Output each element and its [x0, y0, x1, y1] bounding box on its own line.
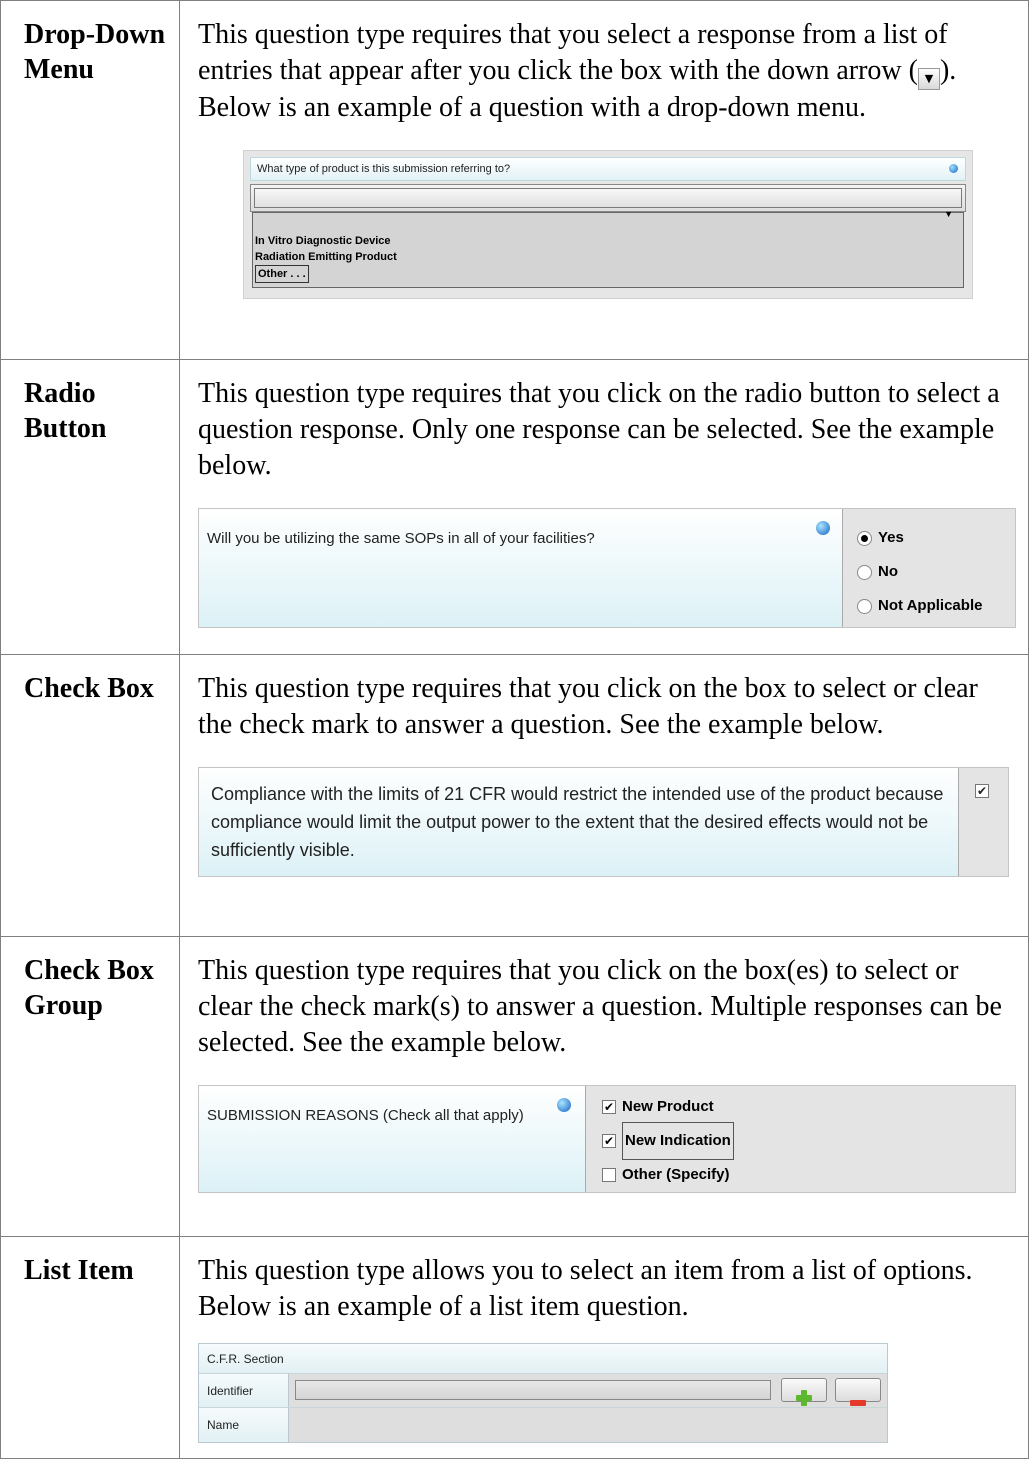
radio-question: Will you be utilizing the same SOPs in a…: [199, 509, 842, 627]
info-dot-icon: [557, 1098, 571, 1112]
checkbox-group-question: SUBMISSION REASONS (Check all that apply…: [199, 1086, 585, 1192]
checkbox-checked-icon[interactable]: ✔: [602, 1134, 616, 1148]
checkbox-example: Compliance with the limits of 21 CFR wou…: [198, 767, 1009, 877]
info-dot-icon: [816, 521, 830, 535]
desc-checkbox-group: This question type requires that you cli…: [198, 955, 1002, 1058]
desc-checkbox: This question type requires that you cli…: [198, 673, 978, 740]
name-label: Name: [199, 1408, 289, 1442]
plus-icon: [796, 1390, 812, 1406]
dropdown-option[interactable]: In Vitro Diagnostic Device: [253, 233, 963, 249]
desc-radio: This question type requires that you cli…: [198, 378, 1000, 481]
dropdown-list: In Vitro Diagnostic Device Radiation Emi…: [252, 212, 964, 288]
identifier-label: Identifier: [199, 1374, 289, 1407]
row-radio: Radio Button This question type requires…: [0, 359, 1029, 655]
checkbox[interactable]: ✔: [975, 784, 989, 798]
term-radio: Radio Button: [0, 359, 180, 655]
term-list-item: List Item: [0, 1236, 180, 1459]
term-dropdown: Drop-Down Menu: [0, 0, 180, 360]
question-types-table: Drop-Down Menu This question type requir…: [0, 0, 1029, 1459]
remove-button[interactable]: [835, 1378, 881, 1406]
desc-dropdown: This question type requires that you sel…: [198, 19, 957, 123]
radio-group: Yes No Not Applicable: [842, 509, 1015, 627]
checkbox-group: ✔ New Product ✔ New Indication Other (Spec…: [585, 1086, 1015, 1192]
identifier-input[interactable]: [295, 1380, 771, 1400]
desc-list-item: This question type allows you to select …: [198, 1255, 973, 1322]
row-checkbox-group: Check Box Group This question type requi…: [0, 936, 1029, 1237]
add-button[interactable]: [781, 1378, 827, 1406]
name-field: [289, 1408, 887, 1442]
row-checkbox: Check Box This question type requires th…: [0, 654, 1029, 937]
radio-option-no[interactable]: No: [857, 555, 1015, 589]
checkbox-option[interactable]: ✔ New Indication: [602, 1122, 1015, 1160]
dropdown-select[interactable]: ▼: [254, 188, 962, 219]
chevron-down-icon[interactable]: ▼: [944, 196, 953, 232]
minus-icon: [850, 1400, 866, 1406]
term-checkbox: Check Box: [0, 654, 180, 937]
dropdown-example: What type of product is this submission …: [243, 150, 973, 299]
radio-example: Will you be utilizing the same SOPs in a…: [198, 508, 1016, 628]
dropdown-question: What type of product is this submission …: [250, 157, 966, 181]
checkbox-checked-icon[interactable]: ✔: [602, 1100, 616, 1114]
term-checkbox-group: Check Box Group: [0, 936, 180, 1237]
row-list-item: List Item This question type allows you …: [0, 1236, 1029, 1459]
dropdown-option[interactable]: Other . . .: [255, 265, 309, 283]
list-item-header: C.F.R. Section: [199, 1344, 887, 1374]
checkbox-group-example: SUBMISSION REASONS (Check all that apply…: [198, 1085, 1016, 1193]
info-dot-icon: [949, 164, 958, 173]
radio-option-yes[interactable]: Yes: [857, 521, 1015, 555]
row-dropdown: Drop-Down Menu This question type requir…: [0, 0, 1029, 360]
radio-icon[interactable]: [857, 564, 872, 580]
list-item-example: C.F.R. Section Identifier Name: [198, 1343, 888, 1443]
checkbox-icon[interactable]: [602, 1168, 616, 1182]
checkbox-option[interactable]: Other (Specify): [602, 1158, 1015, 1192]
down-arrow-icon: ▼: [917, 68, 940, 90]
checkbox-question: Compliance with the limits of 21 CFR wou…: [199, 768, 958, 876]
dropdown-option[interactable]: Radiation Emitting Product: [253, 249, 963, 265]
checkbox-option[interactable]: ✔ New Product: [602, 1090, 1015, 1124]
radio-icon[interactable]: [857, 598, 872, 614]
radio-selected-icon[interactable]: [857, 530, 872, 546]
radio-option-na[interactable]: Not Applicable: [857, 589, 1015, 623]
